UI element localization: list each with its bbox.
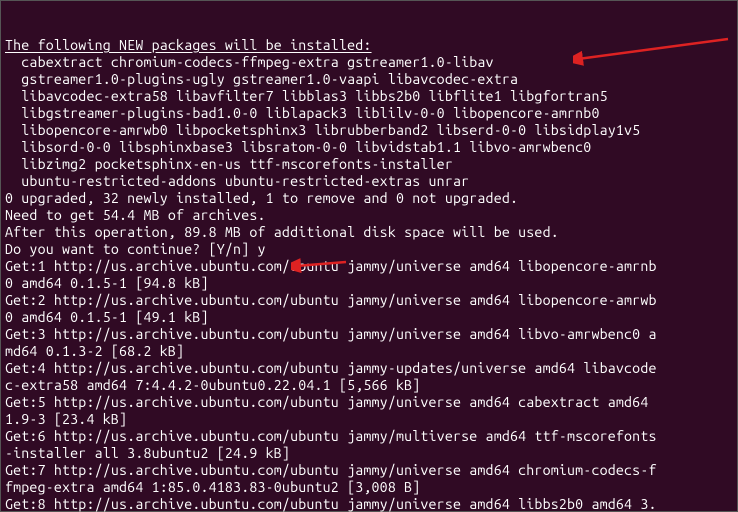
terminal-line: Get:3 http://us.archive.ubuntu.com/ubunt… [5,326,733,343]
terminal-line: c-extra58 amd64 7:4.4.2-0ubuntu0.22.04.1… [5,377,733,394]
terminal-line: md64 0.1.3-2 [68.2 kB] [5,343,733,360]
terminal-line: 1.9-3 [23.4 kB] [5,411,733,428]
terminal-line: -installer all 3.8ubuntu2 [24.9 kB] [5,445,733,462]
terminal-output: The following NEW packages will be insta… [5,37,733,512]
terminal-line: cabextract chromium-codecs-ffmpeg-extra … [5,54,733,71]
terminal-line: Get:2 http://us.archive.ubuntu.com/ubunt… [5,292,733,309]
terminal-line: libopencore-amrwb0 libpocketsphinx3 libr… [5,122,733,139]
terminal-line: The following NEW packages will be insta… [5,37,733,54]
terminal-line: libavcodec-extra58 libavfilter7 libblas3… [5,88,733,105]
terminal-line: Get:1 http://us.archive.ubuntu.com/ubunt… [5,258,733,275]
terminal-line: ubuntu-restricted-addons ubuntu-restrict… [5,173,733,190]
terminal-line: gstreamer1.0-plugins-ugly gstreamer1.0-v… [5,71,733,88]
terminal-line: Get:7 http://us.archive.ubuntu.com/ubunt… [5,462,733,479]
terminal-line: After this operation, 89.8 MB of additio… [5,224,733,241]
terminal-line: libzimg2 pocketsphinx-en-us ttf-mscorefo… [5,156,733,173]
prompt-question: Do you want to continue? [Y/n] [5,241,258,257]
terminal-line: 0 amd64 0.1.5-1 [94.8 kB] [5,275,733,292]
terminal-line: libgstreamer-plugins-bad1.0-0 liblapack3… [5,105,733,122]
terminal-window[interactable]: The following NEW packages will be insta… [0,0,738,512]
terminal-line: Get:5 http://us.archive.ubuntu.com/ubunt… [5,394,733,411]
terminal-line: Get:8 http://us.archive.ubuntu.com/ubunt… [5,496,733,512]
terminal-line: Need to get 54.4 MB of archives. [5,207,733,224]
terminal-line: 0 amd64 0.1.5-1 [49.1 kB] [5,309,733,326]
terminal-line: libsord-0-0 libsphinxbase3 libsratom-0-0… [5,139,733,156]
terminal-line: 0 upgraded, 32 newly installed, 1 to rem… [5,190,733,207]
prompt-answer: y [258,241,266,257]
terminal-line: Get:4 http://us.archive.ubuntu.com/ubunt… [5,360,733,377]
terminal-line: fmpeg-extra amd64 1:85.0.4183.83-0ubuntu… [5,479,733,496]
terminal-line: Get:6 http://us.archive.ubuntu.com/ubunt… [5,428,733,445]
continue-prompt[interactable]: Do you want to continue? [Y/n] y [5,241,733,258]
